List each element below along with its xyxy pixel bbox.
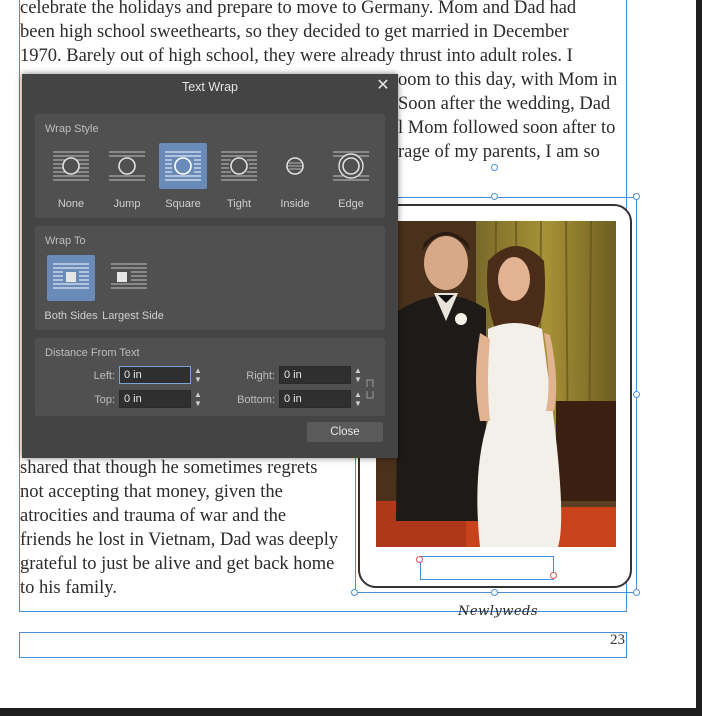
window-edge bbox=[696, 0, 702, 716]
body-text-line: Soon after the wedding, Dad bbox=[398, 94, 611, 114]
wrap-jump-label: Jump bbox=[113, 198, 141, 210]
wrap-edge-button[interactable] bbox=[327, 143, 375, 189]
link-values-icon[interactable] bbox=[366, 378, 374, 400]
wrap-largest-side-button[interactable] bbox=[105, 255, 153, 301]
body-text-line: rage of my parents, I am so bbox=[398, 142, 600, 162]
resize-handle[interactable] bbox=[491, 193, 498, 200]
bottom-distance-input[interactable] bbox=[279, 390, 351, 408]
wrap-none-button[interactable] bbox=[47, 143, 95, 189]
wedding-photo[interactable] bbox=[376, 221, 616, 547]
caption-handle[interactable] bbox=[550, 572, 557, 579]
body-text-line: l Mom followed soon after to bbox=[398, 118, 616, 138]
wrap-edge-label: Edge bbox=[338, 198, 364, 210]
top-stepper-icon[interactable]: ▲ ▼ bbox=[193, 390, 203, 408]
body-text-line: oom to this day, with Mom in bbox=[398, 70, 618, 90]
distance-section: Distance From Text Left: ▲▼ Right: ▲▼ To… bbox=[35, 338, 385, 416]
close-button[interactable]: Close bbox=[307, 422, 383, 442]
body-text-line: been high school sweethearts, so they de… bbox=[20, 22, 569, 42]
wrap-style-section: Wrap Style None Jump Square Tight Inside… bbox=[35, 114, 385, 218]
resize-handle[interactable] bbox=[351, 589, 358, 596]
wrap-inside-label: Inside bbox=[280, 198, 310, 210]
body-text-line: shared that though he sometimes regrets bbox=[20, 458, 318, 478]
wrap-square-button[interactable] bbox=[159, 143, 207, 189]
close-icon[interactable]: ✕ bbox=[374, 77, 392, 95]
dialog-title: Text Wrap bbox=[181, 80, 239, 94]
bottom-label: Bottom: bbox=[237, 394, 275, 406]
body-text-line: grateful to just be alive and get back h… bbox=[20, 554, 335, 574]
photo-caption: Newlyweds bbox=[458, 604, 539, 619]
wrap-square-label: Square bbox=[165, 198, 201, 210]
window-edge-bottom bbox=[0, 708, 702, 716]
largest-side-icon bbox=[111, 263, 147, 289]
wrap-none-label: None bbox=[57, 198, 85, 210]
resize-handle[interactable] bbox=[633, 589, 640, 596]
wrap-none-icon bbox=[53, 151, 89, 181]
bottom-stepper-icon[interactable]: ▲ ▼ bbox=[353, 390, 363, 408]
resize-handle[interactable] bbox=[491, 164, 498, 171]
distance-label: Distance From Text bbox=[45, 347, 140, 359]
wrap-edge-icon bbox=[333, 151, 369, 181]
wrap-jump-button[interactable] bbox=[103, 143, 151, 189]
body-text-line: to his family. bbox=[20, 578, 117, 598]
top-label: Top: bbox=[94, 394, 115, 406]
wrap-both-sides-button[interactable] bbox=[47, 255, 95, 301]
caption-text-box[interactable] bbox=[420, 556, 554, 580]
body-text-line: celebrate the holidays and prepare to mo… bbox=[20, 0, 577, 18]
wrap-to-section: Wrap To Both Sides Largest Side bbox=[35, 226, 385, 330]
left-distance-input[interactable] bbox=[119, 366, 191, 384]
caption-handle[interactable] bbox=[416, 556, 423, 563]
top-distance-input[interactable] bbox=[119, 390, 191, 408]
footer-frame-guide bbox=[19, 632, 627, 658]
wrap-jump-icon bbox=[109, 151, 145, 181]
body-text-line: atrocities and trauma of war and the bbox=[20, 506, 287, 526]
resize-handle[interactable] bbox=[491, 589, 498, 596]
page-number: 23 bbox=[610, 632, 625, 648]
wrap-tight-icon bbox=[221, 151, 257, 181]
wrap-to-label: Wrap To bbox=[45, 235, 86, 247]
body-text-line: not accepting that money, given the bbox=[20, 482, 283, 502]
body-text-line: friends he lost in Vietnam, Dad was deep… bbox=[20, 530, 339, 550]
right-label: Right: bbox=[246, 370, 275, 382]
resize-handle[interactable] bbox=[633, 391, 640, 398]
wrap-inside-button[interactable] bbox=[271, 143, 319, 189]
resize-handle[interactable] bbox=[633, 193, 640, 200]
wrap-square-icon bbox=[165, 151, 201, 181]
wrap-tight-label: Tight bbox=[226, 198, 252, 210]
right-distance-input[interactable] bbox=[279, 366, 351, 384]
both-sides-icon bbox=[53, 263, 89, 289]
text-wrap-dialog: Text Wrap ✕ Wrap Style None Jump Square … bbox=[22, 74, 398, 458]
largest-side-label: Largest Side bbox=[102, 310, 164, 322]
right-stepper-icon[interactable]: ▲ ▼ bbox=[353, 366, 363, 384]
wrap-tight-button[interactable] bbox=[215, 143, 263, 189]
left-stepper-icon[interactable]: ▲ ▼ bbox=[193, 366, 203, 384]
wrap-style-label: Wrap Style bbox=[45, 123, 99, 135]
both-sides-label: Both Sides bbox=[44, 310, 98, 322]
wrap-inside-icon bbox=[286, 157, 304, 175]
left-label: Left: bbox=[93, 370, 115, 382]
body-text-line: 1970. Barely out of high school, they we… bbox=[20, 46, 573, 66]
